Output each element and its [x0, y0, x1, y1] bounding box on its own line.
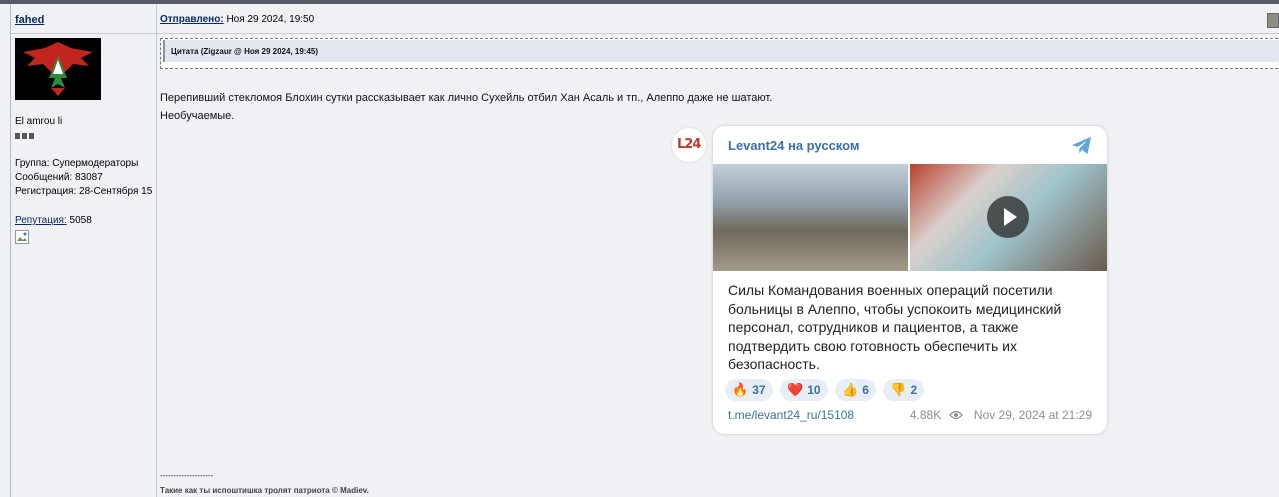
- reaction-thumbs-down[interactable]: 👎 2: [883, 379, 925, 401]
- user-title: El amrou li: [15, 116, 63, 127]
- post-meta: 4.88K Nov 29, 2024 at 21:29: [910, 408, 1092, 422]
- report-icon[interactable]: [1267, 13, 1279, 28]
- user-registered: Регистрация: 28-Сентября 15: [15, 186, 153, 197]
- post-time: Nov 29, 2024 at 21:29: [973, 408, 1092, 422]
- video-thumbnail[interactable]: [910, 164, 1107, 271]
- play-icon[interactable]: [987, 196, 1029, 238]
- sent-date: Ноя 29 2024, 19:50: [226, 14, 315, 25]
- signature: Такие как ты испоштишка тролят патриота …: [160, 486, 369, 495]
- rank-pips: [15, 131, 36, 142]
- user-column: fahed El amrou li Группа: Супермодератор…: [11, 4, 157, 497]
- reactions: 🔥 37 ❤️ 10 👍 6 👎 2: [725, 379, 927, 401]
- broken-image-icon: [15, 230, 29, 244]
- channel-name[interactable]: Levant24 на русском: [728, 138, 860, 153]
- telegram-embed: Levant24 на русском Силы Командования во…: [713, 126, 1107, 434]
- eye-icon: [948, 410, 963, 420]
- username-link[interactable]: fahed: [15, 14, 44, 26]
- reaction-thumbs-up[interactable]: 👍 6: [835, 379, 876, 401]
- user-reputation: Репутация: 5058: [15, 215, 92, 226]
- channel-avatar-text: L24: [677, 137, 701, 152]
- reputation-link[interactable]: Репутация:: [15, 215, 67, 226]
- photo-thumbnail[interactable]: [713, 164, 908, 271]
- post-header: Отправлено: Ноя 29 2024, 19:50: [157, 4, 1279, 34]
- user-group: Группа: Супермодераторы: [15, 158, 139, 169]
- post-date: Отправлено: Ноя 29 2024, 19:50: [160, 14, 314, 25]
- quote-title: Цитата (Zigzaur @ Ноя 29 2024, 19:45): [171, 47, 319, 56]
- quote-box: Цитата (Zigzaur @ Ноя 29 2024, 19:45): [160, 38, 1279, 69]
- post-line-1: Перепивший стекломоя Блохин сутки расска…: [160, 92, 773, 104]
- post-text: Силы Командования военных операций посет…: [728, 282, 1062, 372]
- telegram-icon[interactable]: [1071, 136, 1093, 156]
- post-link[interactable]: t.me/levant24_ru/15108: [728, 408, 854, 422]
- user-header: fahed: [11, 4, 156, 34]
- channel-avatar[interactable]: L24: [672, 128, 706, 162]
- avatar: [15, 38, 101, 100]
- post-line-2: Необучаемые.: [160, 110, 235, 122]
- sent-label[interactable]: Отправлено:: [160, 14, 224, 25]
- quote-header: Цитата (Zigzaur @ Ноя 29 2024, 19:45): [163, 40, 1279, 62]
- reaction-fire[interactable]: 🔥 37: [725, 379, 773, 401]
- signature-rule: --------------------: [160, 471, 214, 480]
- user-posts: Сообщений: 83087: [15, 172, 103, 183]
- view-count: 4.88K: [909, 408, 942, 422]
- reputation-value: 5058: [69, 215, 92, 226]
- reaction-heart[interactable]: ❤️ 10: [780, 379, 828, 401]
- avatar-emblem-icon: [15, 38, 101, 100]
